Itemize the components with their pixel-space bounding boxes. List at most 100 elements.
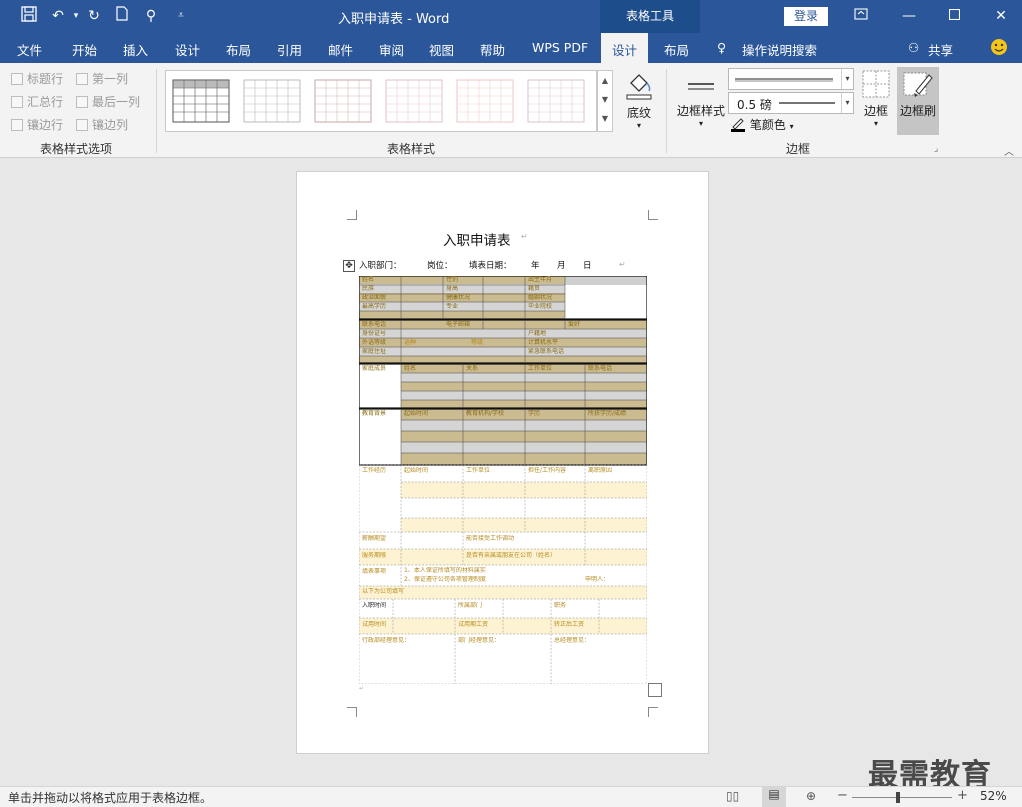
border-painter-button[interactable]: 边框刷	[897, 67, 939, 135]
dialog-launcher-icon[interactable]: ⌟	[934, 144, 938, 154]
cell-major-deg-label: 所获学历/成绩	[588, 410, 627, 417]
tab-insert[interactable]: 插入	[123, 40, 148, 59]
customize-icon[interactable]: ⩡	[170, 6, 192, 26]
option-total-row[interactable]: 汇总行	[11, 93, 63, 110]
chevron-down-icon: ▾	[636, 121, 641, 130]
line-style-dropdown[interactable]: ▾	[728, 68, 854, 90]
chevron-down-icon: ▾	[873, 119, 878, 128]
table-style-thumb[interactable]	[527, 78, 585, 124]
tab-design[interactable]: 设计	[175, 40, 200, 59]
status-message: 单击并拖动以将格式应用于表格边框。	[8, 791, 213, 805]
option-label: 最后一列	[92, 95, 141, 109]
tab-review[interactable]: 审阅	[379, 40, 404, 59]
share-button[interactable]: 共享	[928, 40, 953, 59]
application-table[interactable]: 姓名 性别 出生年月 民族 身高 籍贯 政治面貌 健康状况 婚姻状况 最高学历 …	[359, 276, 647, 684]
gallery-scroll[interactable]: ▲ ▼ ▼	[597, 70, 613, 132]
cell-regular-pay-label: 转正后工资	[554, 621, 585, 628]
table-styles-gallery[interactable]	[165, 70, 597, 132]
zoom-slider[interactable]	[852, 797, 952, 798]
checkbox[interactable]	[76, 119, 88, 131]
tab-view[interactable]: 视图	[429, 40, 454, 59]
tab-help[interactable]: 帮助	[480, 40, 505, 59]
table-style-thumb[interactable]	[456, 78, 514, 124]
cell-work-unit-label: 工作单位	[528, 365, 553, 372]
ribbon-display-icon[interactable]	[849, 6, 873, 26]
gallery-more-icon[interactable]: ▼	[598, 109, 612, 128]
close-icon[interactable]: ✕	[989, 6, 1013, 26]
cell-email-label: 电子邮箱	[446, 321, 471, 328]
option-label: 镶边行	[27, 118, 64, 132]
tab-table-layout[interactable]: 布局	[664, 40, 689, 59]
zoom-in-icon[interactable]: +	[957, 788, 968, 803]
pen-color-button[interactable]: 笔颜色 ▾	[730, 116, 794, 133]
tab-wps-pdf[interactable]: WPS PDF	[532, 40, 588, 55]
chevron-down-icon: ▾	[698, 119, 703, 128]
table-move-handle-icon[interactable]: ✥	[343, 260, 355, 272]
checkbox[interactable]	[11, 73, 23, 85]
web-layout-icon[interactable]: ⊕	[806, 789, 816, 803]
cell-name-label: 姓名	[362, 276, 375, 283]
tab-layout[interactable]: 布局	[226, 40, 251, 59]
table-tools-label: 表格工具	[600, 0, 700, 33]
shading-button[interactable]: 底纹 ▾	[620, 69, 658, 130]
paragraph-mark: ↵	[521, 232, 528, 241]
cell-time-range-label: 起始时间	[404, 410, 429, 417]
read-mode-icon[interactable]: ▯▯	[726, 789, 739, 803]
cell-emergency-label: 紧急联系电话	[528, 348, 565, 355]
touch-mode-icon[interactable]: ⚲	[140, 6, 162, 26]
line-weight-dropdown[interactable]: 0.5 磅 ▾	[728, 92, 854, 114]
maximize-icon[interactable]	[942, 6, 966, 26]
cell-relatives-label: 是否有亲属或朋友在公司（姓名）	[466, 552, 557, 559]
login-button[interactable]: 登录	[784, 7, 828, 26]
table-style-thumb[interactable]	[243, 78, 301, 124]
tab-mailings[interactable]: 邮件	[328, 40, 353, 59]
option-label: 镶边列	[92, 118, 129, 132]
collapse-ribbon-icon[interactable]: ︿	[1004, 143, 1014, 158]
tab-file[interactable]: 文件	[17, 40, 42, 59]
zoom-level[interactable]: 52%	[980, 789, 1007, 803]
checkbox[interactable]	[11, 96, 23, 108]
zoom-slider-thumb[interactable]	[896, 792, 900, 803]
save-icon[interactable]	[18, 6, 40, 26]
border-styles-button[interactable]: 边框样式 ▾	[676, 69, 726, 128]
checkbox[interactable]	[76, 73, 88, 85]
redo-icon[interactable]: ↻	[83, 6, 105, 26]
cell-phone-label: 联系电话	[362, 321, 387, 328]
gallery-down-icon[interactable]: ▼	[598, 90, 612, 109]
smiley-icon[interactable]	[990, 38, 1008, 59]
lightbulb-icon: ♀	[717, 40, 727, 55]
table-style-thumb[interactable]	[385, 78, 443, 124]
option-header-row[interactable]: 标题行	[11, 70, 63, 87]
checkbox[interactable]	[76, 96, 88, 108]
new-doc-icon[interactable]	[111, 6, 133, 26]
chevron-down-icon[interactable]: ▾	[841, 69, 853, 89]
margin-mark	[347, 707, 357, 717]
shading-label: 底纹	[626, 106, 651, 120]
gallery-up-icon[interactable]: ▲	[598, 71, 612, 90]
tab-home[interactable]: 开始	[72, 40, 97, 59]
document-page[interactable]: 入职申请表 ↵ ✥ 入职部门： 岗位： 填表日期： 年 月 日 ↵ 姓名 性别 …	[296, 171, 709, 754]
table-style-thumb[interactable]	[172, 78, 230, 124]
option-first-column[interactable]: 第一列	[76, 70, 128, 87]
option-banded-rows[interactable]: 镶边行	[11, 116, 63, 133]
minimize-icon[interactable]: —	[897, 6, 921, 26]
option-last-column[interactable]: 最后一列	[76, 93, 140, 110]
checkbox[interactable]	[11, 119, 23, 131]
table-style-thumb[interactable]	[314, 78, 372, 124]
option-banded-columns[interactable]: 镶边列	[76, 116, 128, 133]
zoom-out-icon[interactable]: −	[837, 788, 848, 803]
tab-references[interactable]: 引用	[277, 40, 302, 59]
table-resize-handle[interactable]	[648, 683, 662, 697]
option-label: 第一列	[92, 72, 129, 86]
tab-table-design[interactable]: 设计	[601, 33, 649, 63]
cell-post-label: 职务	[554, 602, 567, 609]
print-layout-icon[interactable]: ▤	[762, 787, 786, 807]
group-label-borders: 边框	[786, 142, 811, 156]
margin-mark	[648, 210, 658, 220]
cell-origin-label: 籍贯	[528, 285, 541, 292]
borders-button[interactable]: 边框 ▾	[858, 69, 894, 128]
cell-id-label: 身份证号	[362, 330, 387, 337]
chevron-down-icon[interactable]: ▾	[841, 93, 853, 113]
tell-me-search[interactable]: 操作说明搜索	[742, 40, 817, 59]
group-label-style-options: 表格样式选项	[40, 142, 113, 156]
